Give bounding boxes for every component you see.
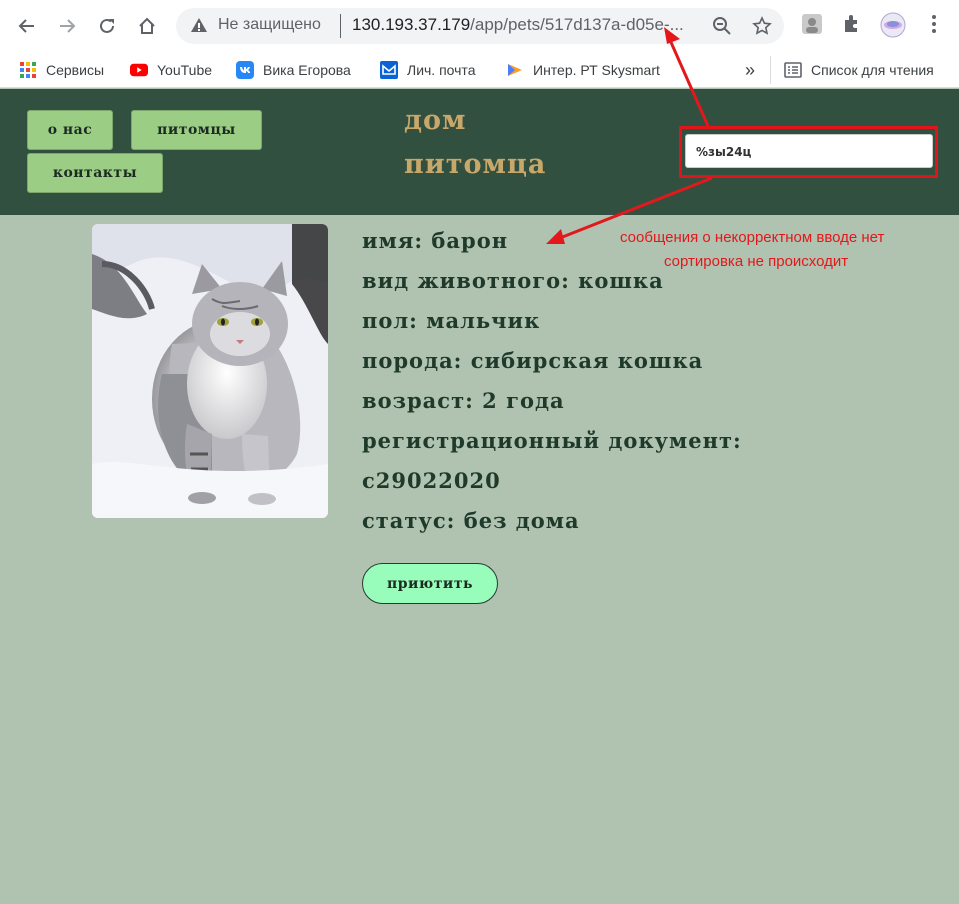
bookmarks-bar: Сервисы YouTube Вика Егорова Лич. почта … (0, 52, 959, 88)
pet-species: вид животного: кошка (362, 268, 664, 293)
arrow-left-icon (18, 19, 34, 33)
nav-contacts-button[interactable]: контакты (27, 153, 163, 193)
pet-document-label: регистрационный документ: (362, 428, 742, 453)
url-text[interactable]: 130.193.37.179/app/pets/517d137a-d05e-..… (352, 15, 684, 35)
insecure-label[interactable]: Не защищено (218, 16, 321, 34)
warning-icon[interactable] (190, 16, 208, 34)
bookmark-label: Лич. почта (407, 62, 476, 78)
bookmarks-overflow-button[interactable]: » (745, 58, 755, 82)
kebab-menu-icon[interactable] (922, 12, 946, 36)
nav-pets-button[interactable]: питомцы (131, 110, 262, 150)
youtube-icon (130, 61, 148, 79)
bookmark-vk[interactable]: Вика Егорова (236, 58, 351, 82)
adopt-button[interactable]: приютить (362, 563, 498, 604)
zoom-out-icon[interactable] (712, 16, 732, 36)
nav-about-button[interactable]: о нас (27, 110, 113, 150)
pet-name: имя: Барон (362, 228, 509, 253)
vk-icon (236, 61, 254, 79)
address-bar[interactable]: Не защищено 130.193.37.179/app/pets/517d… (176, 8, 784, 44)
reading-list-label: Список для чтения (811, 62, 934, 78)
avatar-icon[interactable] (880, 12, 906, 38)
bookmark-label: YouTube (157, 62, 213, 78)
site-logo[interactable]: дом питомца (404, 99, 624, 187)
reading-list-icon (784, 61, 802, 79)
apps-grid-icon (19, 61, 37, 79)
omnibox-divider (340, 14, 341, 38)
annotation-note-2: сортировка не происходит (664, 253, 849, 270)
reload-button[interactable] (92, 11, 122, 41)
url-host: 130.193.37.179 (352, 15, 471, 34)
logo-line-1: дом (404, 105, 467, 136)
pet-age: возраст: 2 года (362, 388, 565, 413)
bookmark-youtube[interactable]: YouTube (130, 58, 212, 82)
pet-gender: пол: мальчик (362, 308, 541, 333)
pet-breed: порода: сибирская кошка (362, 348, 704, 373)
bookmark-label: Интер. РТ Skysmart (533, 62, 660, 78)
reading-list-button[interactable]: Список для чтения (784, 58, 934, 82)
search-input[interactable]: %зы24ц (685, 134, 933, 168)
pet-document-value: С29022020 (362, 468, 501, 493)
bookmark-skysmart[interactable]: Интер. РТ Skysmart (506, 58, 660, 82)
logo-line-2: питомца (404, 149, 547, 180)
arrow-right-icon (60, 19, 76, 33)
bookmarks-divider (770, 56, 771, 84)
pet-photo (92, 224, 328, 518)
browser-toolbar: Не защищено 130.193.37.179/app/pets/517d… (0, 0, 959, 52)
bookmark-services[interactable]: Сервисы (19, 58, 104, 82)
home-icon (139, 17, 155, 34)
url-path: /app/pets/517d137a-d05e-... (470, 15, 684, 34)
star-icon[interactable] (752, 16, 772, 36)
forward-button[interactable] (52, 11, 82, 41)
mail-icon (380, 61, 398, 79)
annotation-note-1: сообщения о некорректном вводе нет (620, 229, 885, 246)
reload-icon (100, 18, 114, 33)
bookmark-mail[interactable]: Лич. почта (380, 58, 475, 82)
bookmark-label: Сервисы (46, 62, 105, 78)
bookmark-label: Вика Егорова (263, 62, 351, 78)
pet-status: статус: без дома (362, 508, 580, 533)
skysmart-icon (506, 61, 524, 79)
back-button[interactable] (12, 11, 42, 41)
puzzle-extensions-icon[interactable] (840, 12, 864, 36)
profile-extension-icon[interactable] (800, 12, 824, 36)
cat-image (92, 224, 328, 518)
home-button[interactable] (132, 11, 162, 41)
